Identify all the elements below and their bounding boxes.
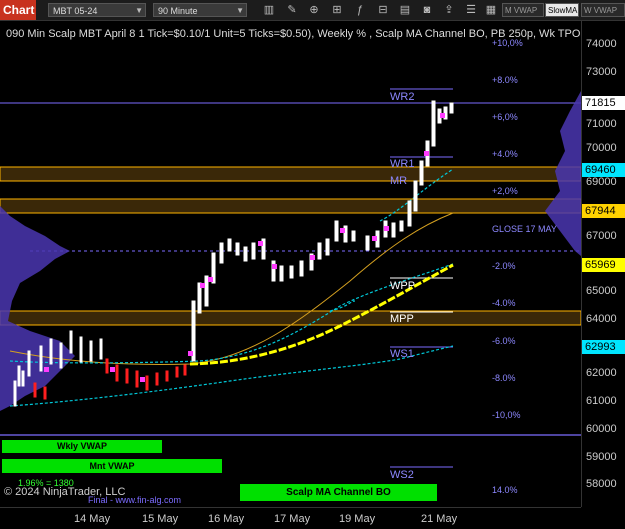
level-ws2: WS2 <box>390 469 414 481</box>
price-tick: 65000 <box>586 285 617 297</box>
pct-label: -10,0% <box>492 410 521 420</box>
price-tick: 67000 <box>586 230 617 242</box>
zoom-icon[interactable]: ⊕ <box>307 3 321 17</box>
volume-profile-left <box>0 206 75 411</box>
grid-icon[interactable]: ▦ <box>484 3 498 17</box>
interval-value: 90 Minute <box>158 6 198 16</box>
chart-tab[interactable]: Chart <box>0 0 36 20</box>
mnt-vwap-box: Mnt VWAP <box>2 459 222 473</box>
slowma-button[interactable]: SlowMA <box>545 3 579 17</box>
properties-icon[interactable]: ⊞ <box>330 3 344 17</box>
wkly-vwap-box: Wkly VWAP <box>2 440 162 453</box>
level-mr: MR <box>390 175 408 187</box>
chart-toolbar: Chart MBT 05-24 ▼ 90 Minute ▼ ▥ ✎ ⊕ ⊞ ƒ … <box>0 0 625 21</box>
instrument-value: MBT 05-24 <box>53 6 98 16</box>
scalp-bo-box: Scalp MA Channel BO <box>240 484 437 501</box>
pct-label: +8.0% <box>492 75 518 85</box>
price-tick: 62000 <box>586 367 617 379</box>
share-icon[interactable]: ⇪ <box>442 3 456 17</box>
time-tick: 19 May <box>339 513 376 525</box>
pct-label: +10,0% <box>492 38 523 48</box>
price-badge-pivot: 67944 <box>582 204 625 218</box>
price-tick: 61000 <box>586 395 617 407</box>
price-tick: 69000 <box>586 176 617 188</box>
time-tick: 14 May <box>74 513 111 525</box>
price-tick: 64000 <box>586 313 617 325</box>
level-wr1: WR1 <box>390 158 415 170</box>
strategy-icon[interactable]: ⊟ <box>376 3 390 17</box>
price-chart[interactable]: 090 Min Scalp MBT April 8 1 Tick=$0.10/1… <box>0 21 581 507</box>
pct-label: -6.0% <box>492 336 516 346</box>
price-tick: 74000 <box>586 38 617 50</box>
level-mpp: MPP <box>390 313 414 325</box>
price-tick: 60000 <box>586 423 617 435</box>
price-badge-mr: 69460 <box>582 163 625 177</box>
list-icon[interactable]: ☰ <box>464 3 478 17</box>
time-axis[interactable]: 14 May 15 May 16 May 17 May 19 May 21 Ma… <box>0 507 581 529</box>
chevron-down-icon: ▼ <box>236 6 244 15</box>
level-ws1: WS1 <box>390 348 414 360</box>
pct-label: +2,0% <box>492 186 518 196</box>
price-badge-last: 71815 <box>582 96 625 110</box>
template-icon[interactable]: ▤ <box>398 3 412 17</box>
interval-selector[interactable]: 90 Minute ▼ <box>153 3 247 17</box>
w-vwap-button[interactable]: W VWAP <box>581 3 625 17</box>
pct-label: +6,0% <box>492 112 518 122</box>
price-tick: 71000 <box>586 118 617 130</box>
time-tick: 17 May <box>274 513 311 525</box>
pct-label: -2.0% <box>492 261 516 271</box>
close-label: GLOSE 17 MAY <box>492 224 557 234</box>
time-tick: 16 May <box>208 513 245 525</box>
pct-label: 14.0% <box>492 485 518 495</box>
m-vwap-button[interactable]: M VWAP <box>502 3 544 17</box>
draw-tool-icon[interactable]: ✎ <box>285 3 299 17</box>
level-wr2: WR2 <box>390 91 415 103</box>
pct-label: -4.0% <box>492 298 516 308</box>
price-badge-channel: 62993 <box>582 340 625 354</box>
price-tick: 59000 <box>586 451 617 463</box>
copyright-label: © 2024 NinjaTrader, LLC <box>4 486 126 498</box>
bars-icon[interactable]: ▥ <box>262 3 276 17</box>
chevron-down-icon: ▼ <box>135 6 143 15</box>
price-badge-slowma: 65969 <box>582 258 625 272</box>
level-wpp: WPP <box>390 280 416 292</box>
indicator-icon[interactable]: ƒ <box>353 3 367 17</box>
pct-label: +4.0% <box>492 149 518 159</box>
price-tick: 58000 <box>586 478 617 490</box>
camera-icon[interactable]: ◙ <box>420 3 434 17</box>
price-tick: 70000 <box>586 142 617 154</box>
pct-label: -8.0% <box>492 373 516 383</box>
instrument-selector[interactable]: MBT 05-24 ▼ <box>48 3 146 17</box>
price-tick: 73000 <box>586 66 617 78</box>
time-tick: 15 May <box>142 513 179 525</box>
time-tick: 21 May <box>421 513 458 525</box>
price-axis[interactable]: 74000 73000 71000 70000 69000 67000 6500… <box>581 21 625 507</box>
